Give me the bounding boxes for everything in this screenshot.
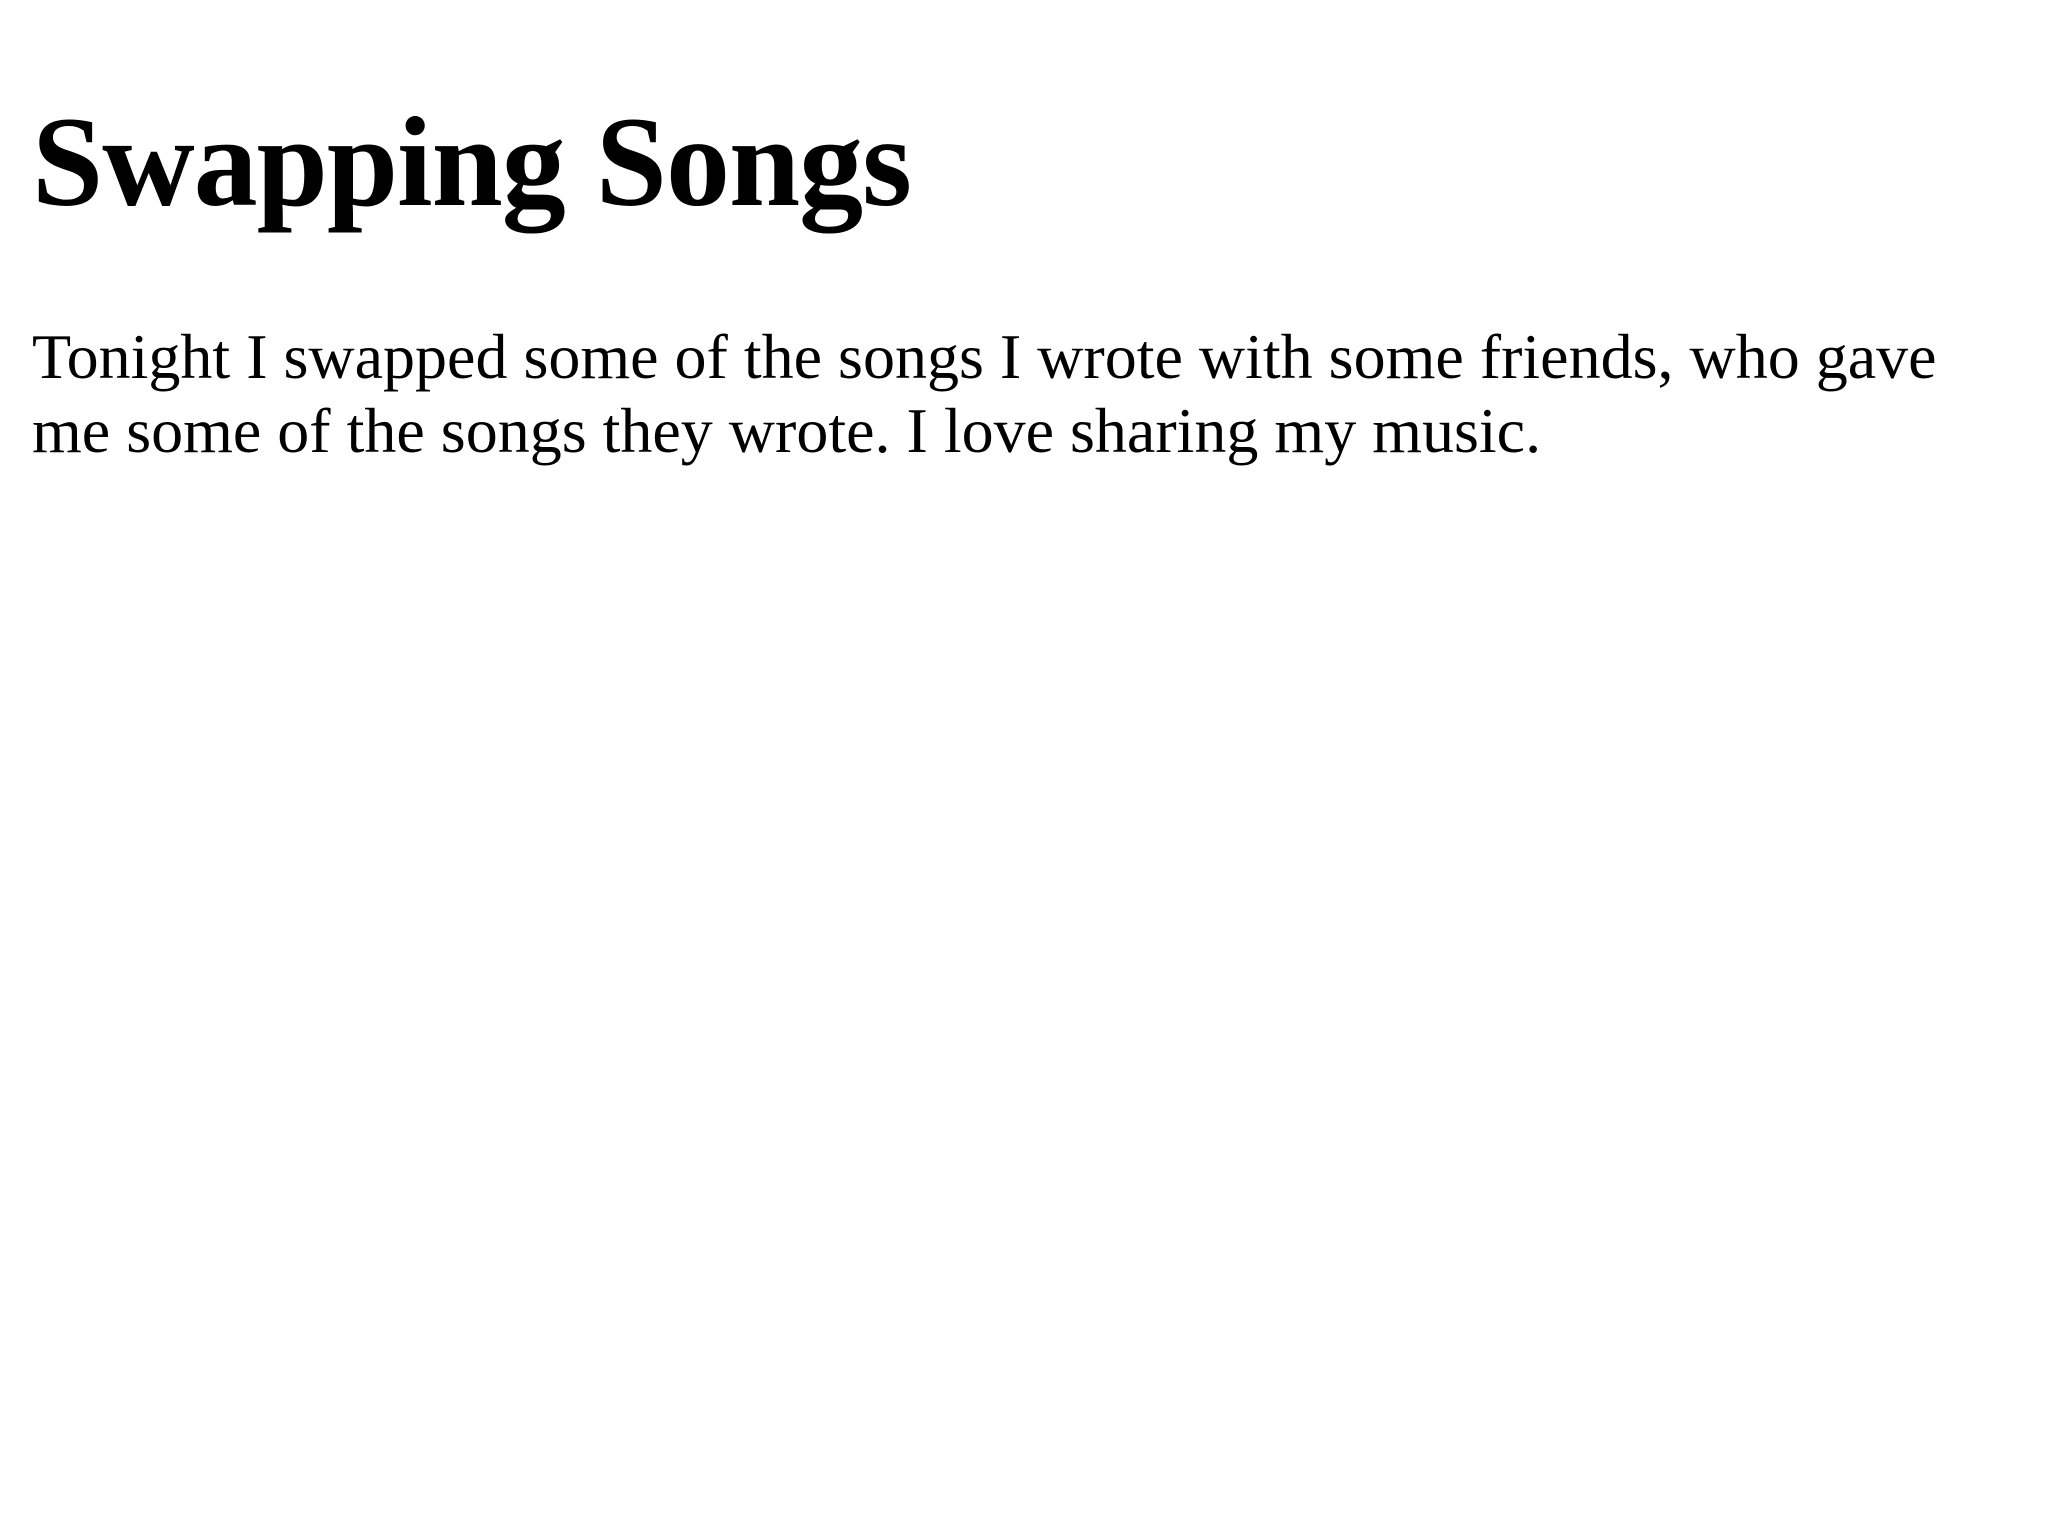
page-content: Swapping Songs Tonight I swapped some of… xyxy=(0,0,2048,1536)
page-title: Swapping Songs xyxy=(32,91,912,233)
article-paragraph: Tonight I swapped some of the songs I wr… xyxy=(32,321,1937,466)
